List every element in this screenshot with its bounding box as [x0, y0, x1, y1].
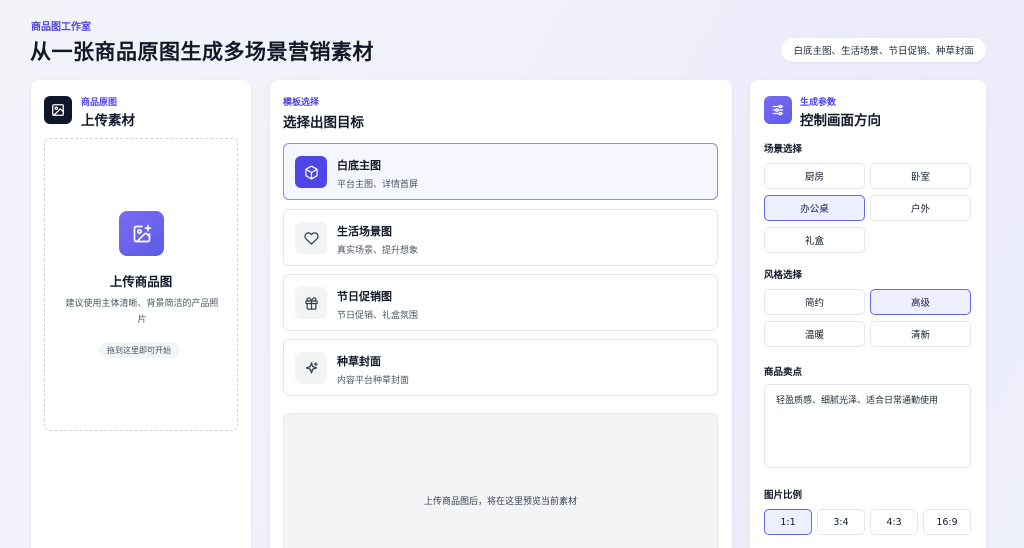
- drag-hint: 拖到这里即可开始: [99, 342, 179, 358]
- ratio-option[interactable]: 1:1: [764, 509, 812, 535]
- brand-label: 商品图工作室: [31, 22, 91, 33]
- upload-cta-desc: 建议使用主体清晰、背景简洁的产品照片: [65, 299, 219, 325]
- image-icon: [44, 96, 72, 124]
- page-title: 从一张商品原图生成多场景营销素材: [30, 40, 374, 64]
- template-white-main[interactable]: 白底主图 平台主图、详情首屏: [283, 143, 718, 200]
- template-desc: 平台主图、详情首屏: [337, 180, 419, 190]
- cube-icon: [295, 156, 327, 188]
- scene-option[interactable]: 办公桌: [764, 195, 865, 221]
- template-title: 选择出图目标: [283, 115, 364, 131]
- upload-eyebrow: 商品原图: [81, 98, 118, 108]
- template-card: 模板选择 选择出图目标 白底主图 平台主图、详情首屏 生活场景图 真实场景、提升…: [270, 80, 732, 548]
- style-option[interactable]: 温暖: [764, 321, 865, 347]
- template-chips: 白底主图、生活场景、节日促销、种草封面: [781, 38, 986, 62]
- scene-option[interactable]: 户外: [870, 195, 971, 221]
- sparkle-icon: [295, 352, 327, 384]
- template-name: 白底主图: [337, 159, 381, 172]
- ratio-label: 图片比例: [764, 490, 803, 501]
- template-holiday[interactable]: 节日促销图 节日促销、礼盒氛围: [283, 274, 718, 331]
- style-option[interactable]: 清新: [870, 321, 971, 347]
- template-name: 节日促销图: [337, 290, 392, 303]
- preview-area: 上传商品图后，将在这里预览当前素材: [283, 413, 718, 548]
- params-eyebrow: 生成参数: [800, 98, 837, 108]
- params-card: 生成参数 控制画面方向 场景选择 厨房 卧室 办公桌 户外 礼盒 风格选择 简约…: [750, 80, 986, 548]
- scene-option[interactable]: 卧室: [870, 163, 971, 189]
- style-option[interactable]: 简约: [764, 289, 865, 315]
- upload-title: 上传素材: [81, 113, 135, 129]
- ratio-option[interactable]: 3:4: [817, 509, 865, 535]
- sliders-icon: [764, 96, 792, 124]
- style-label: 风格选择: [764, 270, 803, 281]
- params-title: 控制画面方向: [800, 113, 881, 129]
- template-desc: 内容平台种草封面: [337, 376, 410, 386]
- scene-label: 场景选择: [764, 144, 803, 155]
- template-eyebrow: 模板选择: [283, 98, 320, 108]
- upload-cta-title: 上传商品图: [109, 274, 173, 289]
- template-name: 种草封面: [337, 355, 381, 368]
- selling-label: 商品卖点: [764, 367, 803, 378]
- template-cover[interactable]: 种草封面 内容平台种草封面: [283, 339, 718, 396]
- heart-icon: [295, 222, 327, 254]
- upload-card: 商品原图 上传素材 上传商品图 建议使用主体清晰、背景简洁的产品照片 拖到这里即…: [31, 80, 251, 548]
- style-option[interactable]: 高级: [870, 289, 971, 315]
- image-plus-icon[interactable]: [119, 211, 164, 256]
- preview-placeholder: 上传商品图后，将在这里预览当前素材: [423, 497, 577, 507]
- template-desc: 真实场景、提升想象: [337, 246, 419, 256]
- template-desc: 节日促销、礼盒氛围: [337, 311, 419, 321]
- selling-points-input[interactable]: 轻盈质感、细腻光泽、适合日常通勤使用: [764, 384, 971, 468]
- upload-dropzone[interactable]: 上传商品图 建议使用主体清晰、背景简洁的产品照片 拖到这里即可开始: [44, 138, 238, 431]
- template-lifestyle[interactable]: 生活场景图 真实场景、提升想象: [283, 209, 718, 266]
- template-name: 生活场景图: [337, 225, 392, 238]
- scene-option[interactable]: 礼盒: [764, 227, 865, 253]
- ratio-option[interactable]: 16:9: [923, 509, 971, 535]
- scene-option[interactable]: 厨房: [764, 163, 865, 189]
- gift-icon: [295, 287, 327, 319]
- ratio-option[interactable]: 4:3: [870, 509, 918, 535]
